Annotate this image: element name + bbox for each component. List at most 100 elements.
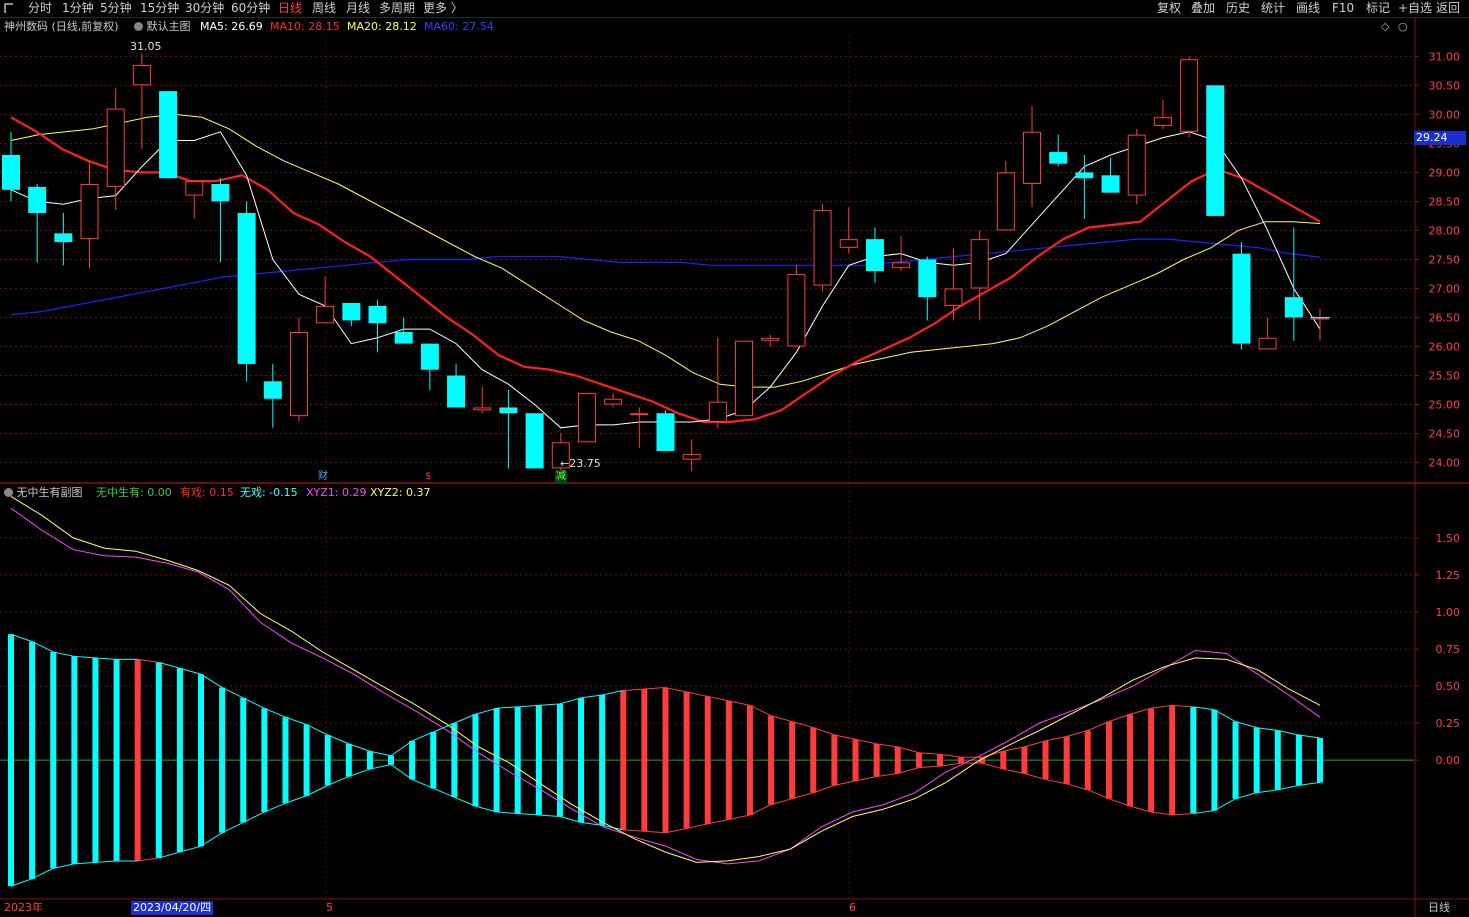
ma5-label: MA5: 26.69	[200, 20, 263, 33]
candle	[1180, 56, 1199, 138]
sub-bar	[240, 697, 247, 823]
sub-envelope-lower	[1003, 768, 1025, 775]
sub-envelope-lower	[1066, 783, 1088, 791]
price-tick-label: 31.00	[1429, 50, 1461, 63]
sub-bar	[261, 708, 268, 813]
candle	[735, 340, 754, 417]
template-selector[interactable]: 默认主图	[134, 20, 191, 34]
sub-envelope-lower	[1235, 792, 1257, 800]
sub-bar	[282, 717, 289, 804]
candle-body	[159, 91, 178, 179]
candle-body	[1180, 59, 1199, 132]
candle-body	[185, 181, 204, 196]
sub-envelope-lower	[53, 863, 75, 869]
ma10-line	[10, 116, 1321, 424]
sub-bar	[1317, 737, 1323, 783]
sub-envelope-lower	[855, 775, 877, 782]
candle	[1101, 157, 1120, 193]
price-tick-label: 28.00	[1429, 224, 1461, 237]
sub-bar	[493, 708, 500, 813]
sub-envelope-lower	[1298, 781, 1321, 786]
sub-envelope-lower	[644, 830, 666, 834]
candle	[394, 317, 413, 344]
sub-envelope-upper	[749, 704, 772, 717]
candle-body	[892, 262, 911, 269]
sub-bar	[1190, 706, 1197, 814]
sub-envelope-upper	[517, 704, 539, 708]
price-tick-label: 25.50	[1429, 370, 1461, 383]
candle-body	[54, 233, 73, 243]
circle-dropdown-icon	[134, 22, 143, 31]
price-tick-label: 29.00	[1429, 166, 1461, 179]
candle	[289, 317, 308, 422]
sub-envelope-upper	[559, 697, 582, 705]
sub-envelope-lower	[1172, 813, 1194, 816]
sub-envelope-upper	[834, 734, 856, 740]
sub-envelope-upper	[855, 738, 877, 745]
sub-label-wuxi: 无戏: -0.15	[240, 486, 298, 499]
sub-envelope-upper	[728, 700, 751, 706]
sub-envelope-lower	[918, 765, 941, 769]
candle	[944, 247, 963, 321]
candle-body	[473, 407, 492, 411]
dividend-marker[interactable]: $	[425, 470, 431, 484]
sub-tick-label: 1.50	[1436, 532, 1461, 545]
sub-envelope-lower	[1024, 773, 1046, 780]
sub-envelope-upper	[770, 715, 793, 723]
ma60-label: MA60: 27.54	[424, 20, 494, 33]
sub-envelope-upper	[897, 746, 919, 754]
sub-envelope-upper	[411, 731, 434, 742]
candle-body	[708, 401, 727, 422]
candle	[80, 160, 99, 269]
finance-marker[interactable]: 财	[318, 470, 328, 484]
candle	[1075, 154, 1094, 219]
sub-bar	[176, 668, 183, 853]
candle	[761, 334, 780, 347]
template-label: 默认主图	[146, 20, 191, 33]
sub-bar	[71, 656, 78, 864]
candle	[656, 410, 675, 451]
circle-icon[interactable]: ○	[1398, 20, 1408, 34]
sub-label-youxi: 有戏: 0.15	[180, 486, 234, 499]
kline-chart[interactable]: 31.0030.5030.0029.5029.0028.5028.0027.50…	[0, 0, 1469, 917]
sub-envelope-lower	[1214, 798, 1236, 811]
sub-envelope-upper	[1256, 727, 1278, 732]
sub-envelope-lower	[876, 773, 898, 777]
sub-bar	[556, 703, 563, 817]
stock-title[interactable]: 神州数码 (日线,前复权)	[4, 20, 119, 34]
sub-envelope-upper	[179, 667, 202, 675]
candle	[970, 230, 989, 321]
sub-label-xyz1: XYZ1: 0.29	[306, 486, 367, 499]
price-tick-label: 26.00	[1429, 341, 1461, 354]
sub-envelope-upper	[1235, 721, 1257, 729]
candle-body	[447, 375, 466, 408]
candle-body	[996, 172, 1015, 231]
candle-body	[604, 398, 623, 405]
candle-body	[1023, 131, 1042, 185]
sub-bar	[1295, 734, 1302, 786]
sub-indicator-selector[interactable]: 无中生有副图	[4, 486, 83, 500]
sub-envelope-lower	[665, 827, 687, 834]
candle-body	[2, 154, 20, 190]
sub-bar	[936, 754, 943, 767]
sub-bar	[409, 740, 416, 780]
sub-envelope-upper	[390, 740, 413, 757]
price-tick-label: 24.00	[1429, 457, 1461, 470]
candle-body	[28, 186, 47, 214]
circle-dropdown-icon	[4, 488, 13, 497]
reduce-holding-marker[interactable]: 减	[555, 470, 567, 484]
sub-bar	[1274, 730, 1281, 790]
low-price-label: ←23.75	[560, 457, 601, 470]
sub-envelope-upper	[623, 688, 645, 692]
sub-envelope-upper	[306, 724, 328, 736]
sub-envelope-lower	[475, 805, 497, 813]
candle-body	[1258, 337, 1277, 350]
current-price-tag: 29.24	[1414, 131, 1466, 145]
sub-bar	[324, 734, 331, 786]
candle	[316, 276, 335, 324]
sub-envelope-upper	[1066, 730, 1088, 737]
sub-envelope-lower	[517, 813, 539, 816]
sub-envelope-lower	[1151, 811, 1173, 816]
diamond-icon[interactable]: ◇	[1381, 20, 1389, 34]
sub-envelope-upper	[1298, 734, 1321, 739]
